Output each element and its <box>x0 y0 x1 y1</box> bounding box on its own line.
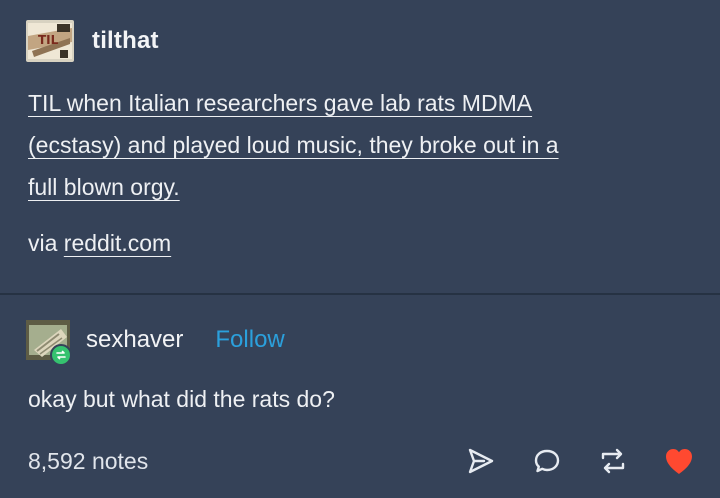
post-header: TIL tilthat <box>26 20 159 62</box>
post-body: TIL when Italian researchers gave lab ra… <box>28 82 698 208</box>
tilthat-avatar-image: TIL <box>26 20 74 62</box>
post-divider <box>0 293 720 295</box>
comment-bubble-icon[interactable] <box>528 446 566 476</box>
share-arrow-icon[interactable] <box>462 446 500 476</box>
follow-button[interactable]: Follow <box>215 326 284 354</box>
avatar-logo-text: TIL <box>38 33 59 47</box>
post-actions <box>462 446 698 476</box>
reblog-badge-icon <box>50 344 72 366</box>
reply-header: sexhaver Follow <box>26 320 285 366</box>
avatar-sexhaver[interactable] <box>26 320 72 366</box>
heart-icon[interactable] <box>660 446 698 476</box>
source-attribution: via reddit.com <box>28 230 171 257</box>
post-text-line-3: full blown orgy. <box>28 174 180 200</box>
reply-username[interactable]: sexhaver <box>86 326 183 354</box>
reply-body: okay but what did the rats do? <box>28 386 335 412</box>
avatar-tilthat[interactable]: TIL <box>26 20 74 62</box>
source-link[interactable]: reddit.com <box>64 230 171 256</box>
post-text-line-1: TIL when Italian researchers gave lab ra… <box>28 90 533 116</box>
post-username[interactable]: tilthat <box>92 27 159 55</box>
post-text-line-2: (ecstasy) and played loud music, they br… <box>28 132 559 158</box>
via-label: via <box>28 230 58 256</box>
notes-count[interactable]: 8,592 notes <box>28 448 148 475</box>
reblog-icon[interactable] <box>594 446 632 476</box>
post-footer: 8,592 notes <box>28 446 698 476</box>
